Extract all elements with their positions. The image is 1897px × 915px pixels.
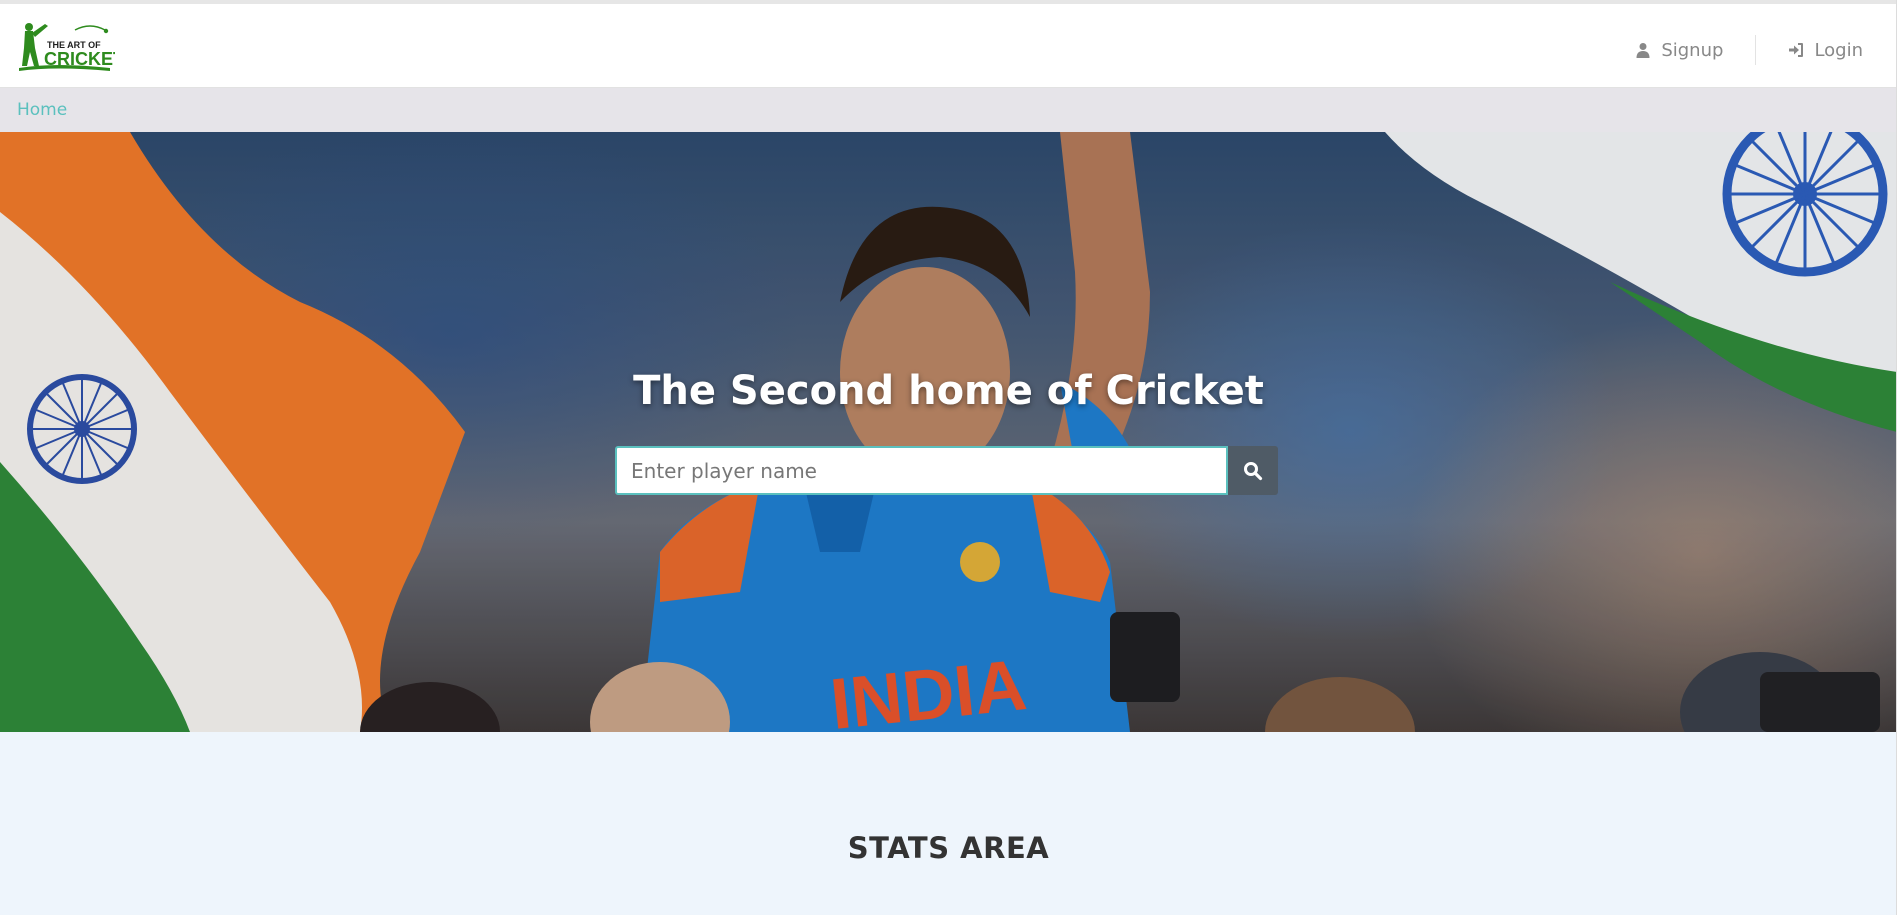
logo-text-bottom: CRICKET	[44, 49, 115, 69]
cricket-logo-icon: THE ART OF CRICKET	[19, 23, 115, 71]
site-logo[interactable]: THE ART OF CRICKET	[15, 18, 115, 76]
signup-link[interactable]: Signup	[1631, 40, 1727, 61]
login-label: Login	[1814, 39, 1863, 61]
nav-actions: Signup Login	[1631, 34, 1867, 66]
player-search-form	[615, 446, 1278, 495]
search-button[interactable]	[1228, 446, 1278, 495]
hero-banner: INDIA The Second home of Cricket	[0, 132, 1897, 732]
hero-background-image: INDIA	[0, 132, 1897, 732]
search-icon	[1244, 461, 1263, 480]
hero-title: The Second home of Cricket	[633, 368, 1264, 414]
stats-title: STATS AREA	[847, 831, 1050, 865]
signup-label: Signup	[1661, 39, 1724, 61]
nav-divider	[1755, 35, 1757, 65]
breadcrumb: Home	[0, 88, 1897, 132]
stats-section: STATS AREA	[0, 732, 1897, 915]
player-search-input[interactable]	[615, 446, 1228, 495]
login-link[interactable]: Login	[1784, 40, 1867, 61]
top-navbar: THE ART OF CRICKET Signup Login	[0, 0, 1897, 88]
breadcrumb-home-link[interactable]: Home	[17, 100, 67, 120]
sign-in-icon	[1789, 43, 1804, 57]
page: THE ART OF CRICKET Signup Login	[0, 0, 1897, 915]
user-icon	[1636, 43, 1650, 58]
